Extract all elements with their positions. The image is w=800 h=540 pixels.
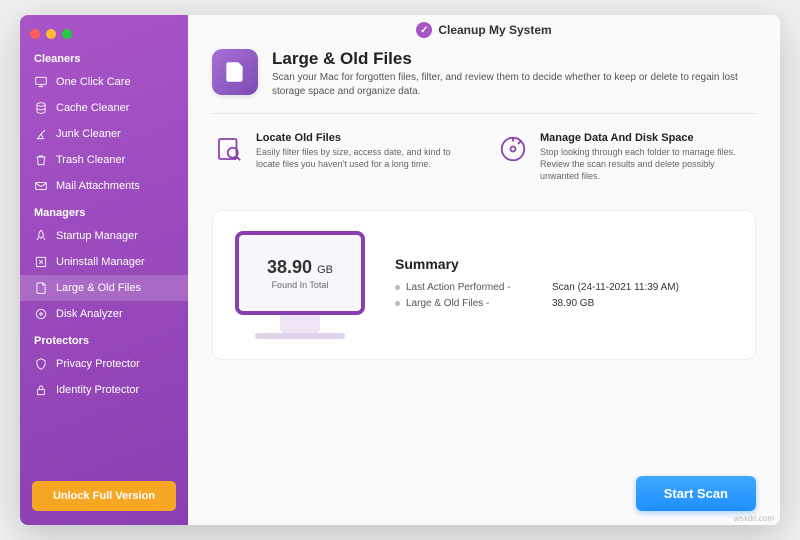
page-header: Large & Old Files Scan your Mac for forg…: [188, 45, 780, 113]
sidebar-item-label: Mail Attachments: [56, 180, 140, 192]
sidebar-item-startup-manager[interactable]: Startup Manager: [20, 223, 188, 249]
app-window: Cleaners One Click Care Cache Cleaner Ju…: [20, 15, 780, 525]
trash-icon: [34, 153, 48, 167]
sidebar-item-junk-cleaner[interactable]: Junk Cleaner: [20, 121, 188, 147]
box-x-icon: [34, 255, 48, 269]
summary-row: Large & Old Files - 38.90 GB: [395, 298, 679, 309]
sidebar-item-label: Trash Cleaner: [56, 154, 125, 166]
bullet-icon: [395, 285, 400, 290]
sidebar-item-label: One Click Care: [56, 76, 131, 88]
minimize-button[interactable]: [46, 29, 56, 39]
summary-card: 38.90 GB Found In Total Summary Last Act…: [212, 210, 756, 360]
found-total-caption: Found In Total: [272, 280, 329, 290]
summary-row-value: Scan (24-11-2021 11:39 AM): [552, 282, 679, 293]
section-protectors-label: Protectors: [20, 327, 188, 351]
sidebar-item-cache-cleaner[interactable]: Cache Cleaner: [20, 95, 188, 121]
section-managers-label: Managers: [20, 199, 188, 223]
monitor-icon: [34, 75, 48, 89]
summary-row-label: Large & Old Files -: [406, 298, 546, 309]
sidebar-item-label: Identity Protector: [56, 384, 139, 396]
feature-title: Locate Old Files: [256, 132, 472, 144]
summary-title: Summary: [395, 256, 679, 272]
files-icon: [34, 281, 48, 295]
sidebar-item-trash-cleaner[interactable]: Trash Cleaner: [20, 147, 188, 173]
app-logo-icon: ✓: [416, 22, 432, 38]
watermark: wsxdn.com: [734, 514, 774, 523]
search-file-icon: [212, 132, 246, 166]
sidebar-item-identity-protector[interactable]: Identity Protector: [20, 377, 188, 403]
rocket-icon: [34, 229, 48, 243]
sidebar: Cleaners One Click Care Cache Cleaner Ju…: [20, 15, 188, 525]
sidebar-item-disk-analyzer[interactable]: Disk Analyzer: [20, 301, 188, 327]
feature-row: Locate Old Files Easily filter files by …: [188, 114, 780, 204]
titlebar: ✓ Cleanup My System: [188, 15, 780, 45]
feature-title: Manage Data And Disk Space: [540, 132, 756, 144]
section-cleaners-label: Cleaners: [20, 45, 188, 69]
sidebar-item-label: Disk Analyzer: [56, 308, 123, 320]
sidebar-item-label: Uninstall Manager: [56, 256, 145, 268]
feature-manage: Manage Data And Disk Space Stop looking …: [496, 132, 756, 182]
app-title: Cleanup My System: [438, 23, 551, 37]
sidebar-item-label: Cache Cleaner: [56, 102, 129, 114]
hdd-icon: [496, 132, 530, 166]
sidebar-item-one-click-care[interactable]: One Click Care: [20, 69, 188, 95]
unlock-full-version-button[interactable]: Unlock Full Version: [32, 481, 176, 511]
sidebar-item-uninstall-manager[interactable]: Uninstall Manager: [20, 249, 188, 275]
bullet-icon: [395, 301, 400, 306]
monitor-graphic: 38.90 GB Found In Total: [235, 231, 365, 339]
summary-row-value: 38.90 GB: [552, 298, 594, 309]
sidebar-item-label: Startup Manager: [56, 230, 138, 242]
found-total-value: 38.90 GB: [267, 257, 333, 278]
shield-icon: [34, 357, 48, 371]
main-content: ✓ Cleanup My System Large & Old Files Sc…: [188, 15, 780, 525]
mail-icon: [34, 179, 48, 193]
stack-icon: [34, 101, 48, 115]
summary-row-label: Last Action Performed -: [406, 282, 546, 293]
feature-locate: Locate Old Files Easily filter files by …: [212, 132, 472, 182]
large-files-header-icon: [212, 49, 258, 95]
maximize-button[interactable]: [62, 29, 72, 39]
lock-icon: [34, 383, 48, 397]
sidebar-item-privacy-protector[interactable]: Privacy Protector: [20, 351, 188, 377]
start-scan-button[interactable]: Start Scan: [636, 476, 756, 511]
window-controls: [20, 23, 188, 45]
feature-desc: Stop looking through each folder to mana…: [540, 146, 756, 182]
page-description: Scan your Mac for forgotten files, filte…: [272, 71, 756, 99]
page-title: Large & Old Files: [272, 49, 756, 69]
sidebar-item-label: Junk Cleaner: [56, 128, 121, 140]
summary-row: Last Action Performed - Scan (24-11-2021…: [395, 282, 679, 293]
close-button[interactable]: [30, 29, 40, 39]
broom-icon: [34, 127, 48, 141]
disk-icon: [34, 307, 48, 321]
sidebar-item-mail-attachments[interactable]: Mail Attachments: [20, 173, 188, 199]
sidebar-item-label: Privacy Protector: [56, 358, 140, 370]
sidebar-item-large-old-files[interactable]: Large & Old Files: [20, 275, 188, 301]
sidebar-item-label: Large & Old Files: [56, 282, 141, 294]
feature-desc: Easily filter files by size, access date…: [256, 146, 472, 170]
